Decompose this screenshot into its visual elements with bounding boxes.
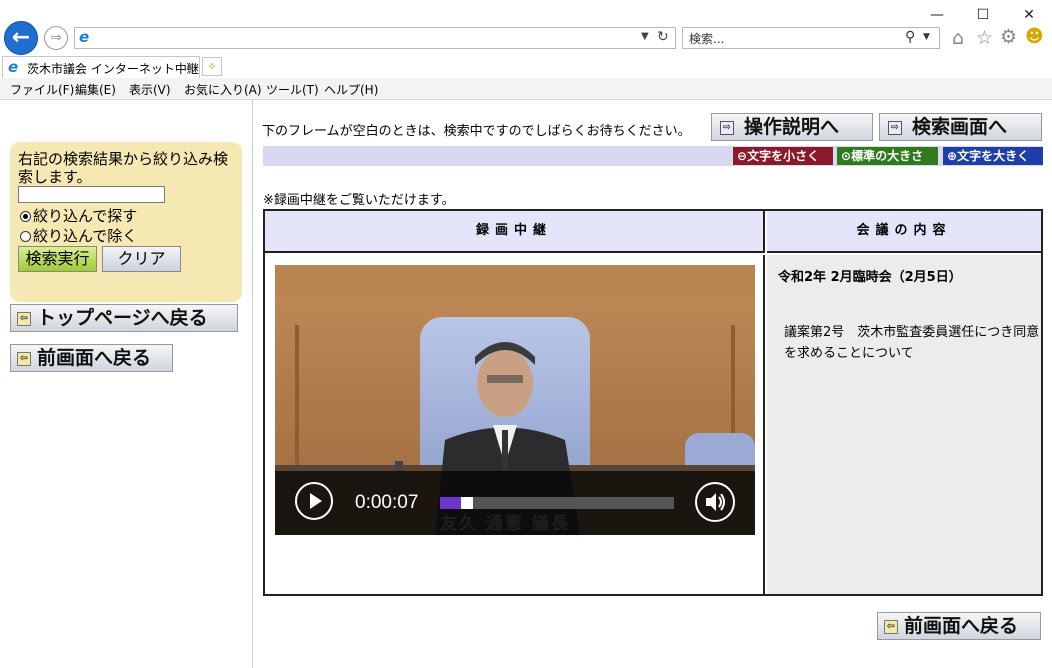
back-arrow-icon: ⇦ bbox=[884, 619, 898, 634]
volume-button[interactable] bbox=[695, 482, 735, 522]
radio-exclude-label: 絞り込んで除く bbox=[33, 227, 138, 245]
menu-file[interactable]: ファイル(F) bbox=[10, 81, 74, 98]
menu-edit[interactable]: 編集(E) bbox=[75, 81, 116, 98]
back-arrow-icon[interactable]: ← bbox=[4, 21, 38, 55]
video-frame-image bbox=[275, 265, 755, 535]
radio-include-label: 絞り込んで探す bbox=[33, 207, 138, 225]
filter-keyword-input[interactable] bbox=[18, 186, 165, 203]
wait-message: 下のフレームが空白のときは、検索中ですのでしばらくお待ちください。 bbox=[262, 124, 691, 139]
menu-help[interactable]: ヘルプ(H) bbox=[324, 81, 378, 98]
browser-search-input[interactable]: 検索... ⚲ ▼ bbox=[682, 27, 940, 49]
text-normal-label: 標準の大きさ bbox=[851, 149, 924, 163]
text-normal-button[interactable]: ⊙標準の大きさ bbox=[837, 147, 938, 165]
play-button[interactable] bbox=[295, 482, 333, 520]
back-arrow-icon: ⇦ bbox=[17, 311, 31, 326]
search-placeholder: 検索... bbox=[689, 32, 725, 46]
tab-close-icon[interactable]: × bbox=[185, 59, 195, 73]
meeting-description: 議案第2号 茨木市監査委員選任につき同意を求めることについて bbox=[784, 325, 1040, 361]
minus-circle-icon: ⊖ bbox=[737, 149, 748, 163]
speaker-caption: 友久 通憲 議長 bbox=[440, 514, 570, 534]
meeting-cell bbox=[767, 255, 1041, 594]
tab-active[interactable]: e 茨木市議会 インターネット中継 × bbox=[2, 56, 200, 78]
favorites-star-icon[interactable]: ☆ bbox=[976, 27, 993, 49]
column-header-recording: 録画中継 bbox=[265, 211, 765, 253]
gear-icon[interactable]: ⚙ bbox=[1000, 26, 1017, 48]
search-icon[interactable]: ⚲ bbox=[905, 29, 915, 45]
prev-screen-button-bottom[interactable]: ⇦ 前画面へ戻る bbox=[877, 612, 1041, 640]
back-arrow-icon: ⇦ bbox=[17, 351, 31, 366]
manual-label: 操作説明へ bbox=[744, 116, 840, 138]
radio-include[interactable]: 絞り込んで探す bbox=[20, 205, 137, 226]
column-header-meeting: 会議の内容 bbox=[767, 211, 1041, 253]
ie-tab-icon: e bbox=[8, 58, 19, 76]
new-tab-button[interactable]: ✧ bbox=[202, 57, 222, 76]
filter-panel: 右記の検索結果から絞り込み検索します。 絞り込んで探す 絞り込んで除く 検索実行… bbox=[10, 142, 242, 302]
top-page-button[interactable]: ⇦ トップページへ戻る bbox=[10, 304, 238, 332]
text-larger-label: 文字を大きく bbox=[957, 149, 1030, 163]
tab-title: 茨木市議会 インターネット中継 bbox=[27, 62, 199, 76]
text-smaller-label: 文字を小さく bbox=[747, 149, 820, 163]
minimize-button[interactable]: — bbox=[914, 4, 960, 26]
seek-thumb[interactable] bbox=[461, 497, 473, 509]
radio-selected-icon bbox=[20, 211, 31, 222]
manual-button[interactable]: ⇨ 操作説明へ bbox=[711, 113, 873, 141]
seek-bar[interactable] bbox=[440, 497, 674, 509]
text-smaller-button[interactable]: ⊖文字を小さく bbox=[733, 147, 833, 165]
menu-tools[interactable]: ツール(T) bbox=[266, 81, 319, 98]
prev-screen-bottom-label: 前画面へ戻る bbox=[904, 615, 1019, 637]
forward-arrow-icon[interactable]: ⇒ bbox=[44, 26, 68, 50]
forward-arrow-icon: ⇨ bbox=[720, 120, 734, 135]
search-page-label: 検索画面へ bbox=[912, 116, 1008, 138]
maximize-button[interactable]: ☐ bbox=[960, 4, 1006, 26]
dot-circle-icon: ⊙ bbox=[841, 149, 852, 163]
address-bar[interactable]: e ▼ ↻ bbox=[74, 27, 676, 49]
forward-arrow-icon: ⇨ bbox=[888, 120, 902, 135]
radio-exclude[interactable]: 絞り込んで除く bbox=[20, 225, 137, 246]
close-window-button[interactable]: ✕ bbox=[1006, 4, 1052, 26]
search-page-button[interactable]: ⇨ 検索画面へ bbox=[879, 113, 1042, 141]
clear-button[interactable]: クリア bbox=[102, 246, 181, 272]
search-execute-button[interactable]: 検索実行 bbox=[18, 246, 97, 272]
video-time: 0:00:07 bbox=[355, 492, 419, 513]
recording-notice: ※録画中継をご覧いただけます。 bbox=[263, 193, 455, 208]
play-icon bbox=[310, 493, 322, 509]
prev-screen-button[interactable]: ⇦ 前画面へ戻る bbox=[10, 344, 173, 372]
meeting-title: 令和2年 2月臨時会（2月5日） bbox=[778, 270, 962, 285]
ie-logo-icon: e bbox=[79, 28, 90, 46]
radio-unselected-icon bbox=[20, 231, 31, 242]
filter-description: 右記の検索結果から絞り込み検索します。 bbox=[18, 150, 229, 186]
menu-view[interactable]: 表示(V) bbox=[129, 81, 171, 98]
plus-circle-icon: ⊕ bbox=[947, 149, 958, 163]
video-player[interactable]: 友久 通憲 議長 bbox=[275, 265, 755, 535]
menu-favorites[interactable]: お気に入り(A) bbox=[184, 81, 262, 98]
dropdown-icon[interactable]: ▼ bbox=[641, 31, 649, 42]
chevron-down-icon[interactable]: ▼ bbox=[923, 32, 930, 42]
text-larger-button[interactable]: ⊕文字を大きく bbox=[943, 147, 1043, 165]
speaker-volume-icon bbox=[706, 493, 725, 511]
top-page-label: トップページへ戻る bbox=[37, 307, 208, 329]
home-icon[interactable]: ⌂ bbox=[952, 27, 964, 49]
menu-bar: ファイル(F) 編集(E) 表示(V) お気に入り(A) ツール(T) ヘルプ(… bbox=[0, 78, 1052, 100]
seek-progress bbox=[440, 497, 461, 509]
smiley-feedback-icon[interactable]: ☻ bbox=[1025, 26, 1044, 47]
refresh-icon[interactable]: ↻ bbox=[657, 29, 669, 45]
prev-screen-label: 前画面へ戻る bbox=[37, 347, 152, 369]
